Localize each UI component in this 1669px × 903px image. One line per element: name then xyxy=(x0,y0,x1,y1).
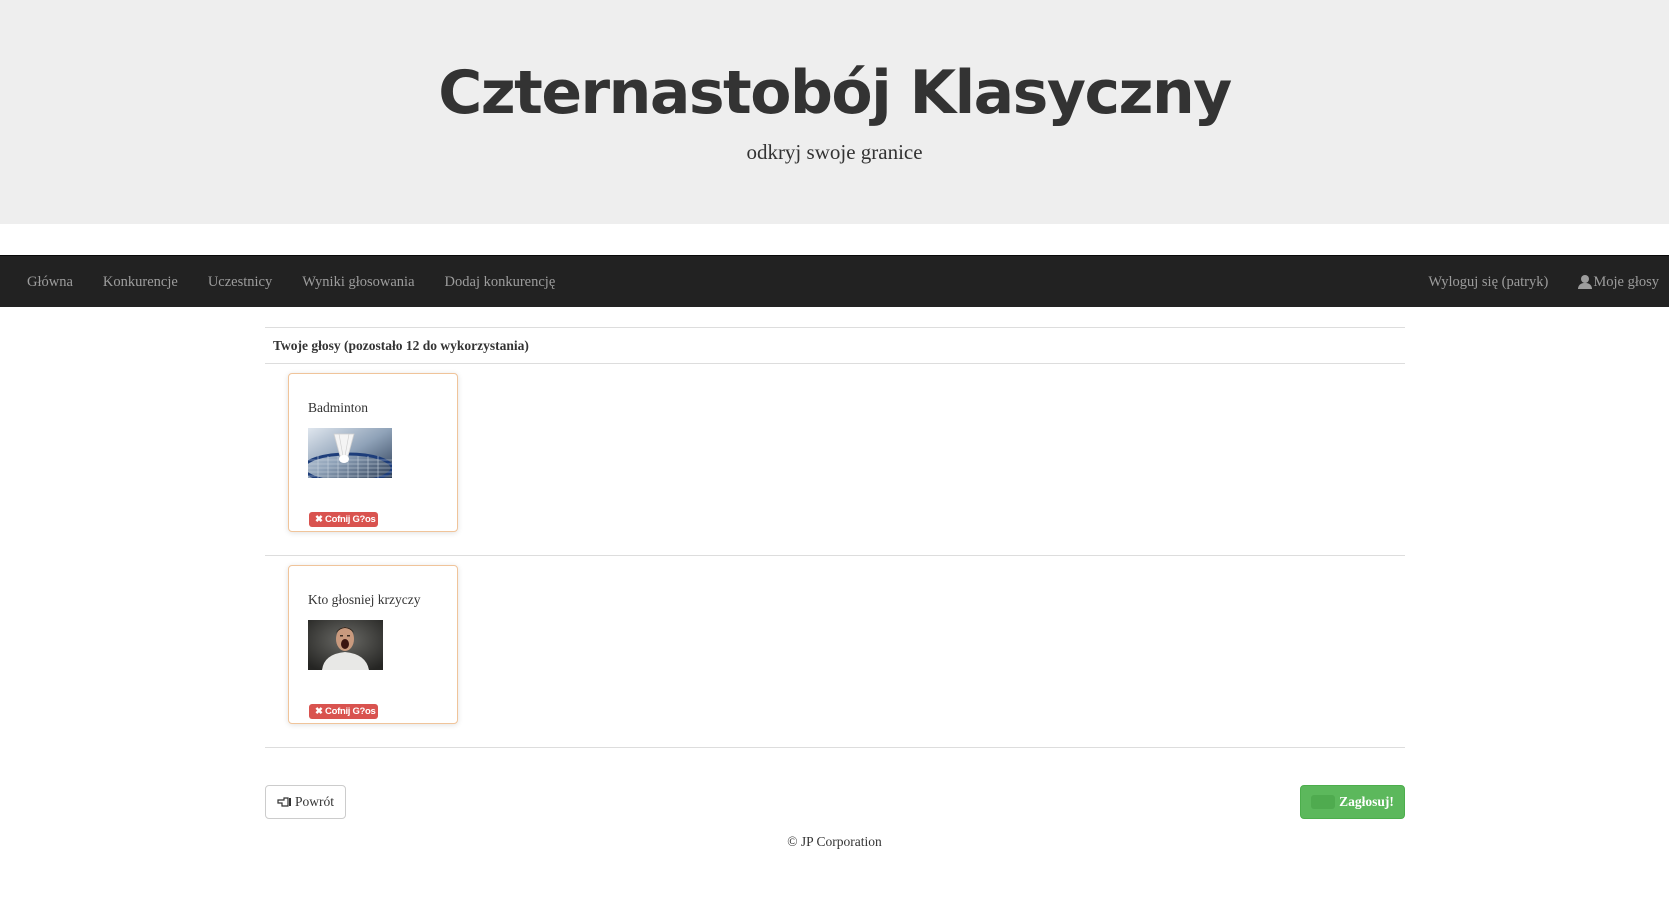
nav-link-add-competition[interactable]: Dodaj konkurencję xyxy=(430,274,571,291)
back-button-label: Powrót xyxy=(294,794,334,809)
nav-link-logout[interactable]: Wyloguj się (patryk) xyxy=(1398,274,1548,291)
hand-left-icon xyxy=(277,797,291,807)
vote-card-title: Badminton xyxy=(308,400,368,415)
nav-link-competitions[interactable]: Konkurencje xyxy=(88,274,193,291)
screaming-man-image xyxy=(308,620,383,670)
vote-card-title: Kto głosniej krzyczy xyxy=(308,592,421,607)
vote-card: Badminton ✖ Cofnij G?os xyxy=(288,373,458,532)
cancel-vote-button[interactable]: ✖ Cofnij G?os xyxy=(309,512,378,527)
header-jumbotron: Czternastobój Klasyczny odkryj swoje gra… xyxy=(0,0,1669,224)
nav-link-vote-results[interactable]: Wyniki głosowania xyxy=(287,274,429,291)
votes-heading: Twoje głosy (pozostało 12 do wykorzystan… xyxy=(265,327,1405,364)
user-icon xyxy=(1578,275,1593,289)
footer-copyright: © JP Corporation xyxy=(787,834,882,849)
vote-submit-label: Zagłosuj! xyxy=(1339,794,1394,809)
nav-left-group: Główna Konkurencje Uczestnicy Wyniki gło… xyxy=(12,256,570,308)
top-navbar: Główna Konkurencje Uczestnicy Wyniki gło… xyxy=(0,255,1669,307)
cancel-vote-button[interactable]: ✖ Cofnij G?os xyxy=(309,704,378,719)
vote-row: Badminton ✖ Cofnij G?os xyxy=(265,364,1405,556)
vote-icon xyxy=(1311,795,1336,809)
nav-link-participants[interactable]: Uczestnicy xyxy=(193,274,287,291)
vote-submit-button[interactable]: Zagłosuj! xyxy=(1300,785,1405,819)
badminton-image xyxy=(308,428,392,478)
cancel-vote-label: Cofnij G?os xyxy=(325,706,376,717)
site-subtitle: odkryj swoje granice xyxy=(746,140,923,164)
site-title: Czternastobój Klasyczny xyxy=(438,58,1232,128)
vote-card: Kto głosniej krzyczy ✖ Cofnij G?os xyxy=(288,565,458,724)
vote-row: Kto głosniej krzyczy ✖ Cofnij G?os xyxy=(265,556,1405,748)
nav-link-my-votes[interactable]: Moje głosy xyxy=(1548,274,1659,291)
cancel-vote-label: Cofnij G?os xyxy=(325,514,376,525)
my-votes-label: Moje głosy xyxy=(1593,273,1659,290)
nav-link-home[interactable]: Główna xyxy=(12,274,88,291)
close-icon: ✖ xyxy=(315,706,323,717)
close-icon: ✖ xyxy=(315,514,323,525)
back-button[interactable]: Powrót xyxy=(265,785,346,819)
nav-right-group: Wyloguj się (patryk) Moje głosy xyxy=(1398,256,1659,308)
